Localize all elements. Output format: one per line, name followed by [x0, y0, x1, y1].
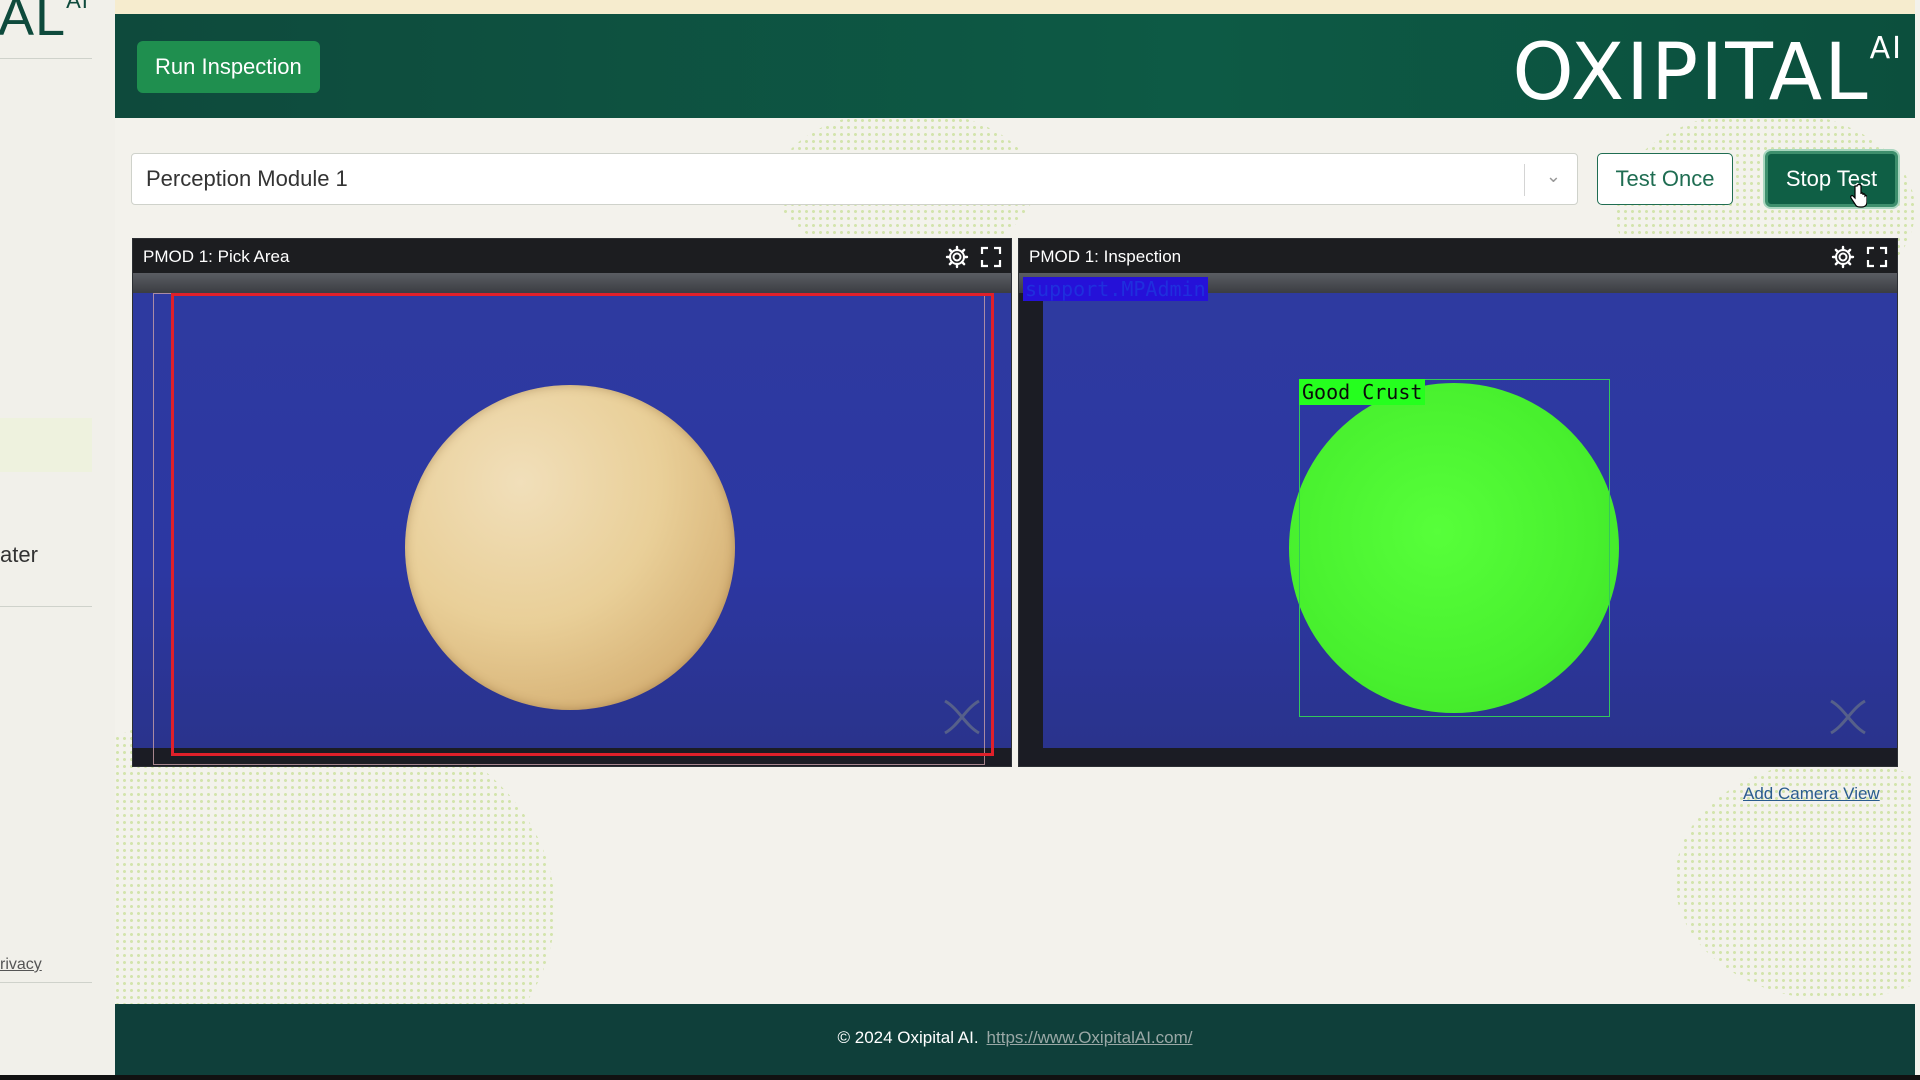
oxipital-watermark-icon [1830, 699, 1866, 735]
fullscreen-icon[interactable] [1865, 245, 1889, 269]
sidebar: ALAI ater rivacy [0, 0, 115, 1075]
camera-panel-inspection: PMOD 1: Inspection support.MPAdmin Good … [1018, 238, 1898, 767]
sidebar-divider [0, 982, 92, 983]
test-once-button[interactable]: Test Once [1597, 153, 1733, 205]
gear-icon[interactable] [1831, 245, 1855, 269]
camera-panel-pick-area: PMOD 1: Pick Area [132, 238, 1012, 767]
camera-feed-pick-area [133, 273, 1011, 766]
sidebar-logo: ALAI [0, 0, 89, 48]
screen-edge [0, 1075, 1920, 1080]
overlay-user-label: support.MPAdmin [1023, 277, 1208, 301]
select-separator [1524, 164, 1525, 196]
perception-module-select[interactable]: Perception Module 1 ⌄ [131, 153, 1578, 205]
footer-text: © 2024 Oxipital AI. https://www.OxipitalA… [115, 1028, 1915, 1048]
gear-icon[interactable] [945, 245, 969, 269]
app-window: ALAI ater rivacy Run Inspection OXIPITAL… [0, 0, 1920, 1080]
detection-label: Good Crust [1299, 379, 1426, 405]
sidebar-logo-sup: AI [66, 0, 89, 13]
detection-box [1299, 379, 1610, 717]
footer-copyright: © 2024 Oxipital AI. [837, 1028, 979, 1047]
oxipital-watermark-icon [944, 699, 980, 735]
main-content: Run Inspection OXIPITALAI Perception Mod… [115, 0, 1915, 1075]
brand-sup: AI [1869, 31, 1903, 66]
sidebar-logo-text: AL [0, 0, 67, 47]
run-inspection-button[interactable]: Run Inspection [137, 41, 320, 93]
camera-header: PMOD 1: Inspection [1019, 239, 1897, 273]
chevron-down-icon[interactable]: ⌄ [1546, 166, 1561, 187]
fullscreen-icon[interactable] [979, 245, 1003, 269]
module-select-value: Perception Module 1 [146, 166, 348, 191]
mouse-pointer-icon [1850, 184, 1867, 208]
brand-logo: OXIPITALAI [1512, 28, 1903, 118]
privacy-link[interactable]: rivacy [0, 956, 42, 974]
sidebar-divider [0, 58, 92, 59]
sidebar-item-active[interactable] [0, 418, 92, 472]
camera-header: PMOD 1: Pick Area [133, 239, 1011, 273]
brand-name: OXIPITAL [1512, 28, 1870, 118]
conveyor-rail [133, 273, 1011, 293]
camera-title: PMOD 1: Inspection [1029, 247, 1182, 266]
top-banner [115, 0, 1915, 14]
footer-website-link[interactable]: https://www.OxipitalAI.com/ [987, 1028, 1193, 1047]
camera-title: PMOD 1: Pick Area [143, 247, 290, 266]
pick-area-box [171, 293, 994, 756]
camera-feed-inspection: support.MPAdmin Good Crust [1019, 273, 1897, 766]
sidebar-divider [0, 606, 92, 607]
footer: © 2024 Oxipital AI. https://www.OxipitalA… [115, 1004, 1915, 1075]
stop-test-button[interactable]: Stop Test [1765, 151, 1898, 207]
header-bar: Run Inspection OXIPITALAI [115, 14, 1915, 118]
add-camera-view-link[interactable]: Add Camera View [1743, 784, 1880, 804]
sidebar-item[interactable]: ater [0, 542, 38, 568]
